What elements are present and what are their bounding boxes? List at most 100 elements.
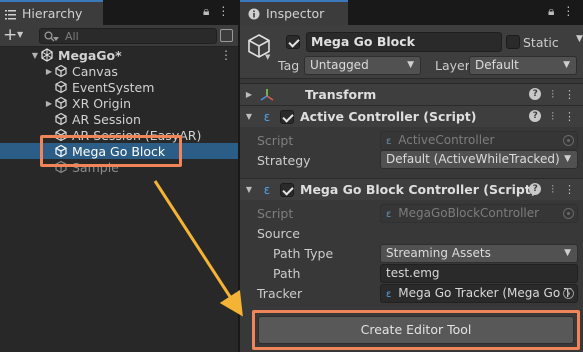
object-picker-icon	[563, 208, 574, 219]
component-tools: ? ⫶ ⋮	[529, 88, 575, 102]
hierarchy-item-label: Sample	[72, 159, 119, 175]
hierarchy-item[interactable]: EventSystem	[0, 79, 238, 95]
hierarchy-item-label: EventSystem	[72, 79, 155, 95]
chevron-down-icon[interactable]: ▼	[240, 185, 258, 194]
hierarchy-item[interactable]: AR Session	[0, 111, 238, 127]
object-name-field[interactable]: Mega Go Block	[306, 32, 502, 52]
mega-go-block-controller-header[interactable]: ▼ ε Mega Go Block Controller (Script) ? …	[240, 178, 583, 200]
static-label: Static	[523, 35, 559, 50]
chevron-down-icon[interactable]: ▼	[265, 53, 270, 61]
kebab-menu-icon[interactable]: ⋮	[564, 88, 575, 102]
path-input[interactable]: test.emg	[380, 264, 578, 283]
transform-component-header[interactable]: ▶ Transform ? ⫶ ⋮	[240, 83, 583, 105]
chevron-right-icon[interactable]: ▶	[44, 67, 54, 76]
help-icon[interactable]: ?	[529, 110, 542, 122]
hierarchy-tabbar: Hierarchy 🔒︎ ⋮	[0, 0, 238, 25]
gameobject-icon	[55, 128, 67, 142]
hierarchy-item-label: AR Session (EasyAR)	[72, 127, 202, 143]
presets-icon[interactable]: ⫶	[551, 88, 554, 102]
chevron-right-icon[interactable]: ▶	[44, 99, 54, 108]
script-icon: ε	[263, 182, 271, 197]
tag-dropdown[interactable]: Untagged ▼	[304, 56, 421, 75]
chevron-down-icon[interactable]: ▼	[576, 34, 583, 44]
tab-hierarchy[interactable]: Hierarchy	[0, 0, 103, 25]
script-icon: ε	[386, 209, 392, 220]
hierarchy-list-icon	[5, 9, 16, 19]
kebab-menu-icon[interactable]: ⋮	[564, 183, 575, 197]
tag-value: Untagged	[310, 58, 369, 72]
chevron-down-icon[interactable]: ▼	[30, 51, 40, 60]
active-checkbox[interactable]	[286, 35, 300, 49]
gameobject-icon	[55, 96, 67, 110]
hierarchy-item[interactable]: Sample	[0, 159, 238, 175]
create-editor-tool-button[interactable]: Create Editor Tool	[258, 316, 574, 344]
hierarchy-item[interactable]: ▶ XR Origin	[0, 95, 238, 111]
search-input[interactable]: All	[39, 28, 217, 44]
mega-go-block-controller-enabled-checkbox[interactable]	[280, 182, 294, 197]
object-picker-icon	[563, 135, 574, 146]
strategy-label: Strategy	[257, 153, 311, 168]
chevron-right-icon[interactable]: ▶	[240, 90, 258, 99]
chevron-down-icon: ▼	[564, 154, 571, 164]
path-type-dropdown[interactable]: Streaming Assets ▼	[380, 244, 578, 263]
button-annotation-box: Create Editor Tool	[252, 310, 580, 350]
gameobject-header: ▼ Mega Go Block Static ▼ Tag Untagged ▼ …	[240, 25, 583, 79]
mega-go-block-controller-script-value: MegaGoBlockController	[398, 206, 540, 220]
object-picker-icon[interactable]	[563, 288, 574, 299]
inspector-tabbar: Inspector 🔒︎ ⋮	[240, 0, 583, 25]
active-controller-script-field: ε ActiveController	[380, 131, 578, 150]
lock-icon[interactable]: 🔒︎	[548, 4, 554, 19]
mega-go-block-controller-title: Mega Go Block Controller (Script)	[300, 182, 537, 197]
layer-dropdown[interactable]: Default ▼	[469, 56, 577, 75]
hierarchy-item[interactable]: AR Session (EasyAR)	[0, 127, 238, 143]
presets-icon[interactable]: ⫶	[551, 183, 554, 197]
strategy-dropdown[interactable]: Default (ActiveWhileTracked) ▼	[380, 150, 578, 169]
source-label[interactable]: Source	[257, 226, 300, 241]
transform-axes-icon	[260, 88, 274, 101]
hierarchy-item-label: Mega Go Block	[72, 143, 166, 159]
component-tools: ? ⫶ ⋮	[529, 110, 575, 124]
kebab-menu-icon[interactable]: ⋮	[562, 4, 574, 19]
script-icon: ε	[386, 289, 392, 300]
kebab-menu-icon[interactable]: ⋮	[220, 48, 232, 62]
scene-row[interactable]: ▼ MegaGo* ⋮	[0, 47, 238, 63]
chevron-down-icon: ▼	[564, 248, 571, 258]
add-icon[interactable]: +	[3, 26, 17, 44]
info-icon	[248, 8, 260, 19]
static-checkbox[interactable]	[506, 35, 520, 49]
active-controller-header[interactable]: ▼ ε Active Controller (Script) ? ⫶ ⋮	[240, 105, 583, 127]
path-type-label: Path Type	[273, 246, 334, 261]
gameobject-icon	[55, 144, 67, 158]
layer-label: Layer	[435, 58, 470, 73]
tracker-object-field[interactable]: ε Mega Go Tracker (Mega Go T	[380, 284, 578, 303]
active-controller-enabled-checkbox[interactable]	[280, 109, 294, 124]
scene-name: MegaGo*	[58, 47, 122, 63]
active-controller-title: Active Controller (Script)	[300, 109, 477, 124]
tag-label: Tag	[278, 58, 300, 73]
path-label: Path	[273, 266, 301, 281]
hierarchy-item-label: XR Origin	[72, 95, 132, 111]
help-icon[interactable]: ?	[529, 88, 542, 100]
presets-icon[interactable]: ⫶	[551, 110, 554, 124]
inspector-panel: Inspector 🔒︎ ⋮ ▼ Mega Go Block Static ▼ …	[240, 0, 583, 352]
strategy-value: Default (ActiveWhileTracked)	[386, 152, 560, 166]
tracker-label: Tracker	[257, 286, 303, 301]
hierarchy-item[interactable]: ▶ Canvas	[0, 63, 238, 79]
active-controller-script-value: ActiveController	[398, 133, 495, 147]
kebab-menu-icon[interactable]: ⋮	[217, 4, 229, 19]
chevron-down-icon[interactable]: ▼	[17, 30, 23, 39]
scene-visibility-icon[interactable]	[220, 29, 233, 42]
hierarchy-item[interactable]: Mega Go Block	[0, 143, 238, 159]
path-type-value: Streaming Assets	[386, 246, 491, 260]
chevron-down-icon[interactable]: ▼	[240, 112, 258, 121]
chevron-down-icon: ▼	[563, 60, 570, 70]
inspector-tab-label: Inspector	[266, 6, 325, 21]
tab-inspector[interactable]: Inspector	[240, 0, 348, 25]
transform-title: Transform	[305, 87, 377, 102]
inspector-tab-tools: 🔒︎ ⋮	[548, 4, 574, 19]
lock-icon[interactable]: 🔒︎	[203, 4, 209, 19]
hierarchy-tab-label: Hierarchy	[22, 6, 83, 21]
gameobject-icon	[55, 80, 67, 94]
help-icon[interactable]: ?	[529, 183, 542, 195]
kebab-menu-icon[interactable]: ⋮	[564, 110, 575, 124]
